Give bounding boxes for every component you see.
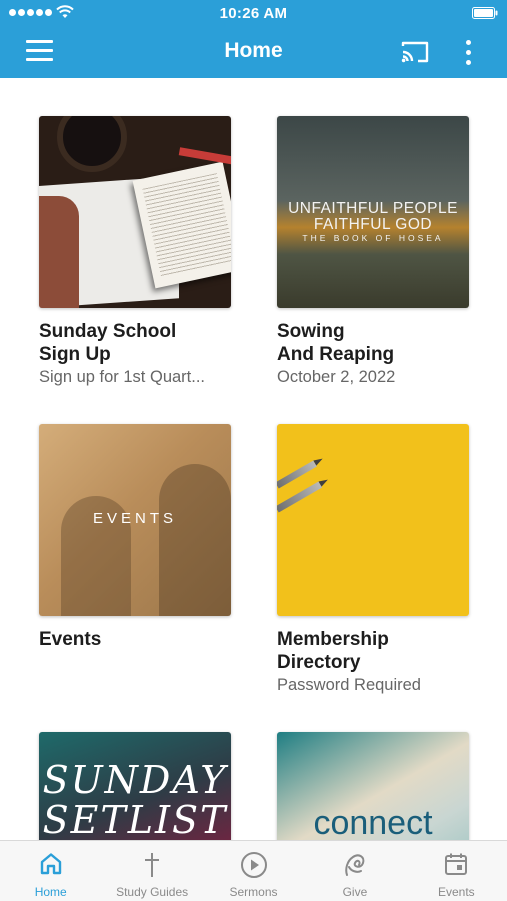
card-image: SUNDAY SETLIST — [39, 732, 231, 840]
tab-label: Give — [342, 885, 368, 899]
image-caption: connect — [313, 804, 433, 840]
tab-give[interactable]: Give — [304, 841, 405, 901]
home-grid: Sunday School Sign Up Sign up for 1st Qu… — [0, 78, 507, 840]
page-title: Home — [224, 39, 283, 62]
tab-label: Sermons — [229, 885, 278, 899]
card-image — [39, 116, 231, 308]
status-time: 10:26 AM — [219, 5, 288, 22]
image-caption: THE BOOK OF HOSEA — [302, 233, 444, 243]
play-circle-icon — [240, 852, 267, 878]
more-vertical-icon — [465, 40, 471, 45]
calendar-icon — [445, 853, 468, 875]
tab-events[interactable]: Events — [406, 841, 507, 901]
card-events[interactable]: EVENTS Events — [39, 424, 231, 651]
tab-label: Home — [34, 885, 67, 899]
card-title: Events — [39, 629, 102, 650]
image-caption: FAITHFUL GOD — [313, 216, 433, 233]
navigation-bar: Home — [0, 26, 507, 78]
image-caption: SUNDAY — [42, 758, 228, 802]
card-title: Sowing And Reaping — [277, 321, 395, 365]
card-sunday-setlist[interactable]: SUNDAY SETLIST — [39, 732, 231, 840]
card-subtitle: Sign up for 1st Quart... — [39, 368, 205, 386]
card-subtitle: October 2, 2022 — [277, 368, 396, 386]
card-title: Sunday School Sign Up — [39, 321, 177, 365]
card-sunday-school[interactable]: Sunday School Sign Up Sign up for 1st Qu… — [39, 116, 231, 388]
more-options-button[interactable] — [462, 38, 474, 66]
battery-icon — [472, 7, 498, 19]
home-icon — [40, 853, 61, 875]
image-caption: SETLIST — [42, 798, 228, 840]
card-connect[interactable]: connect — [277, 732, 469, 840]
cast-icon[interactable] — [400, 40, 430, 64]
app-header: 10:26 AM Home — [0, 0, 507, 78]
tab-label: Events — [437, 885, 475, 899]
tab-sermons[interactable]: Sermons — [203, 841, 304, 901]
card-membership-directory[interactable]: Membership Directory Password Required — [277, 424, 469, 696]
tab-study-guides[interactable]: Study Guides — [101, 841, 202, 901]
status-bar: 10:26 AM — [0, 0, 507, 26]
card-image: UNFAITHFUL PEOPLE FAITHFUL GOD THE BOOK … — [277, 116, 469, 308]
tab-bar: Home Study Guides Sermons Give Events — [0, 840, 507, 901]
card-subtitle: Password Required — [277, 676, 421, 694]
card-title: Membership Directory — [277, 629, 389, 673]
card-image: connect — [277, 732, 469, 840]
card-image — [277, 424, 469, 616]
image-caption: EVENTS — [92, 510, 177, 527]
card-sowing-reaping[interactable]: UNFAITHFUL PEOPLE FAITHFUL GOD THE BOOK … — [277, 116, 469, 388]
cross-icon — [145, 853, 160, 877]
give-icon — [345, 854, 365, 876]
card-image: EVENTS — [39, 424, 231, 616]
tab-label: Study Guides — [116, 885, 189, 899]
tab-home[interactable]: Home — [0, 841, 101, 901]
